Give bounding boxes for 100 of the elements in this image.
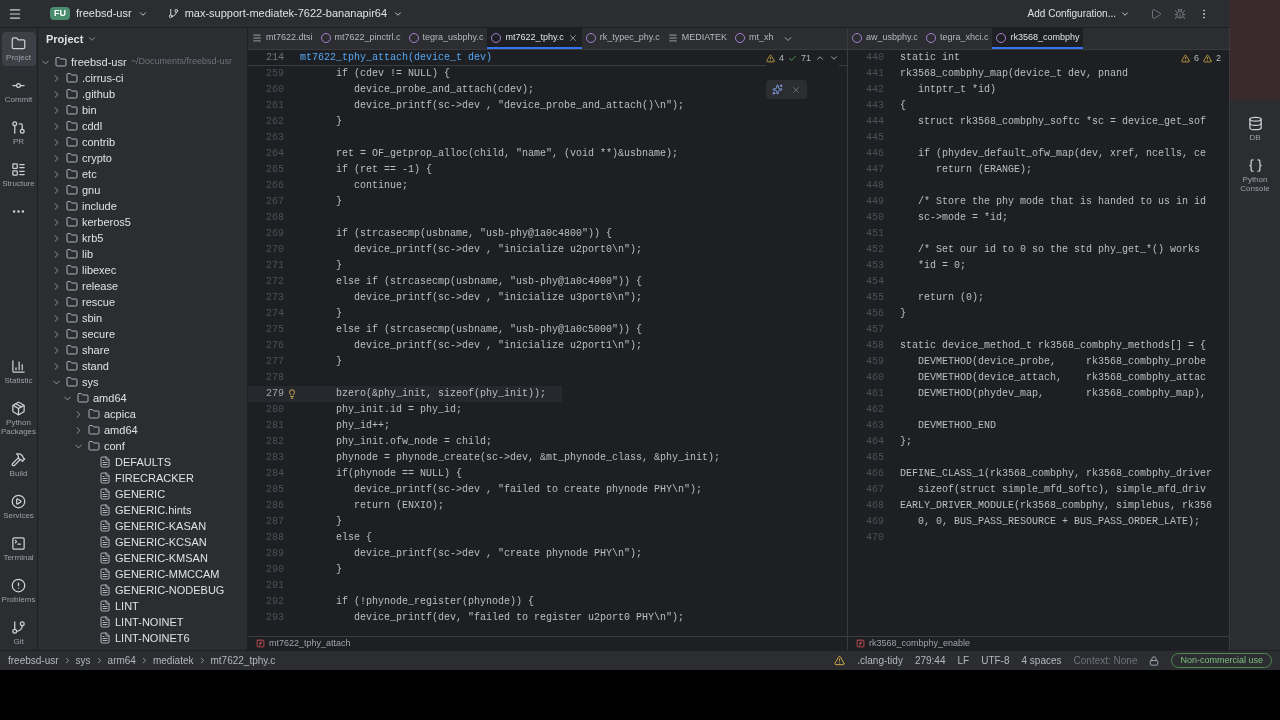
tree-item-name: gnu: [82, 182, 101, 198]
breadcrumb-item[interactable]: arm64: [107, 653, 136, 668]
tree-item[interactable]: release: [38, 278, 247, 294]
editor-tab[interactable]: mt_xh: [731, 28, 778, 49]
tool-window-button[interactable]: Python Console: [1238, 154, 1272, 197]
inspection-count: 2: [1216, 52, 1221, 65]
tree-item[interactable]: contrib: [38, 134, 247, 150]
tree-item[interactable]: rescue: [38, 294, 247, 310]
run-configuration-selector[interactable]: Add Configuration...: [1027, 6, 1130, 21]
tree-item[interactable]: lib: [38, 246, 247, 262]
encoding[interactable]: UTF-8: [981, 653, 1010, 668]
tree-item[interactable]: etc: [38, 166, 247, 182]
tree-item[interactable]: .cirrus-ci: [38, 70, 247, 86]
tool-window-button[interactable]: Terminal: [1, 532, 36, 566]
folder-icon: [55, 56, 67, 68]
tree-item[interactable]: share: [38, 342, 247, 358]
lock-icon[interactable]: [1149, 655, 1160, 666]
breadcrumb-item[interactable]: rk3568_combphy_enable: [869, 636, 971, 651]
tree-item[interactable]: DEFAULTS: [38, 454, 247, 470]
linter-status[interactable]: .clang-tidy: [857, 653, 903, 668]
tree-item[interactable]: LINT-NOINET6: [38, 630, 247, 646]
tree-item[interactable]: conf: [38, 438, 247, 454]
tool-window-button[interactable]: Structure: [1, 158, 36, 192]
tree-item[interactable]: LINT-NOINET: [38, 614, 247, 630]
tree-item[interactable]: GENERIC-KCSAN: [38, 534, 247, 550]
breadcrumb-item[interactable]: sys: [75, 653, 91, 668]
file-icon: [99, 456, 111, 468]
file-icon: [99, 504, 111, 516]
tool-window-button[interactable]: Services: [1, 490, 36, 524]
tool-window-button[interactable]: Build: [1, 448, 36, 482]
tree-item[interactable]: amd64: [38, 422, 247, 438]
editor-tab[interactable]: MEDIATEK: [663, 28, 732, 49]
tree-item[interactable]: krb5: [38, 230, 247, 246]
tree-item[interactable]: GENERIC-MMCCAM: [38, 566, 247, 582]
tree-item[interactable]: libexec: [38, 262, 247, 278]
chevron-up-icon[interactable]: [815, 53, 825, 63]
breadcrumb-item[interactable]: mt7622_tphy_attach: [269, 636, 351, 651]
tree-item[interactable]: GENERIC.hints: [38, 502, 247, 518]
tree-item[interactable]: crypto: [38, 150, 247, 166]
warning-icon[interactable]: [834, 655, 846, 666]
tree-item[interactable]: FIRECRACKER: [38, 470, 247, 486]
run-icon[interactable]: [1150, 7, 1162, 20]
branch-selector[interactable]: max-support-mediatek-7622-bananapir64: [167, 5, 404, 22]
editor-tab[interactable]: tegra_usbphy.c: [404, 28, 488, 49]
chevron-down-icon[interactable]: [87, 34, 98, 44]
line-ending[interactable]: LF: [957, 653, 970, 668]
tree-item[interactable]: GENERIC-KMSAN: [38, 550, 247, 566]
debug-icon[interactable]: [1174, 7, 1186, 20]
tree-item[interactable]: GENERIC: [38, 486, 247, 502]
tree-item[interactable]: acpica: [38, 406, 247, 422]
editor-tab[interactable]: rk_typec_phy.c: [581, 28, 664, 49]
tree-item-name: rescue: [82, 294, 116, 310]
tool-window-button[interactable]: PR: [1, 116, 36, 150]
close-icon[interactable]: [791, 84, 801, 95]
tree-item[interactable]: secure: [38, 326, 247, 342]
editor-tab[interactable]: mt7622_tphy.c: [487, 28, 582, 49]
tree-item[interactable]: GENERIC-KASAN: [38, 518, 247, 534]
tool-window-button[interactable]: Statistic: [1, 355, 36, 389]
editor-tab[interactable]: rk3568_combphy: [992, 28, 1084, 49]
editor-tab[interactable]: mt7622_pinctrl.c: [316, 28, 405, 49]
folder-icon: [88, 440, 100, 452]
breadcrumb-item[interactable]: freebsd-usr: [8, 653, 59, 668]
tree-item[interactable]: sys: [38, 374, 247, 390]
indent-setting[interactable]: 4 spaces: [1021, 653, 1062, 668]
editor-tab[interactable]: aw_usbphy.c: [848, 28, 922, 49]
tab-label: mt7622.dtsi: [266, 30, 313, 44]
close-icon[interactable]: [567, 32, 578, 43]
folder-icon: [66, 152, 78, 164]
panel-title[interactable]: Project: [46, 30, 84, 48]
chevron-down-icon[interactable]: [829, 53, 839, 63]
tool-window-button[interactable]: Python Packages: [1, 397, 36, 440]
cursor-position[interactable]: 279:44: [914, 653, 946, 668]
tree-item[interactable]: stand: [38, 358, 247, 374]
tree-item[interactable]: .github: [38, 86, 247, 102]
tree-item[interactable]: LINT: [38, 598, 247, 614]
tree-item[interactable]: bin: [38, 102, 247, 118]
tree-item[interactable]: cddl: [38, 118, 247, 134]
breadcrumb-item[interactable]: mediatek: [152, 653, 194, 668]
project-selector[interactable]: FU freebsd-usr: [50, 5, 148, 22]
menu-icon[interactable]: [8, 6, 22, 21]
tool-window-button[interactable]: Git: [1, 616, 36, 650]
tree-item[interactable]: include: [38, 198, 247, 214]
folder-icon: [66, 72, 78, 84]
editor-tab[interactable]: mt7622.dtsi: [248, 28, 317, 49]
tool-window-button[interactable]: Problems: [1, 574, 36, 608]
sparkle-icon[interactable]: [772, 84, 783, 95]
tree-item[interactable]: gnu: [38, 182, 247, 198]
tree-item[interactable]: kerberos5: [38, 214, 247, 230]
tree-item-name: conf: [104, 438, 125, 454]
tool-window-button[interactable]: DB: [1238, 112, 1272, 146]
editor-tab[interactable]: tegra_xhci.c: [921, 28, 993, 49]
breadcrumb-item[interactable]: mt7622_tphy.c: [210, 653, 276, 668]
tree-item[interactable]: sbin: [38, 310, 247, 326]
tree-item[interactable]: GENERIC-NODEBUG: [38, 582, 247, 598]
tree-item-name: release: [82, 278, 119, 294]
tool-window-button[interactable]: Commit: [1, 74, 36, 108]
tree-item[interactable]: freebsd-usr ~/Documents/freebsd-usr: [38, 54, 247, 70]
tool-window-button[interactable]: Project: [1, 32, 36, 66]
tree-item[interactable]: amd64: [38, 390, 247, 406]
lightbulb-icon[interactable]: [287, 389, 297, 399]
